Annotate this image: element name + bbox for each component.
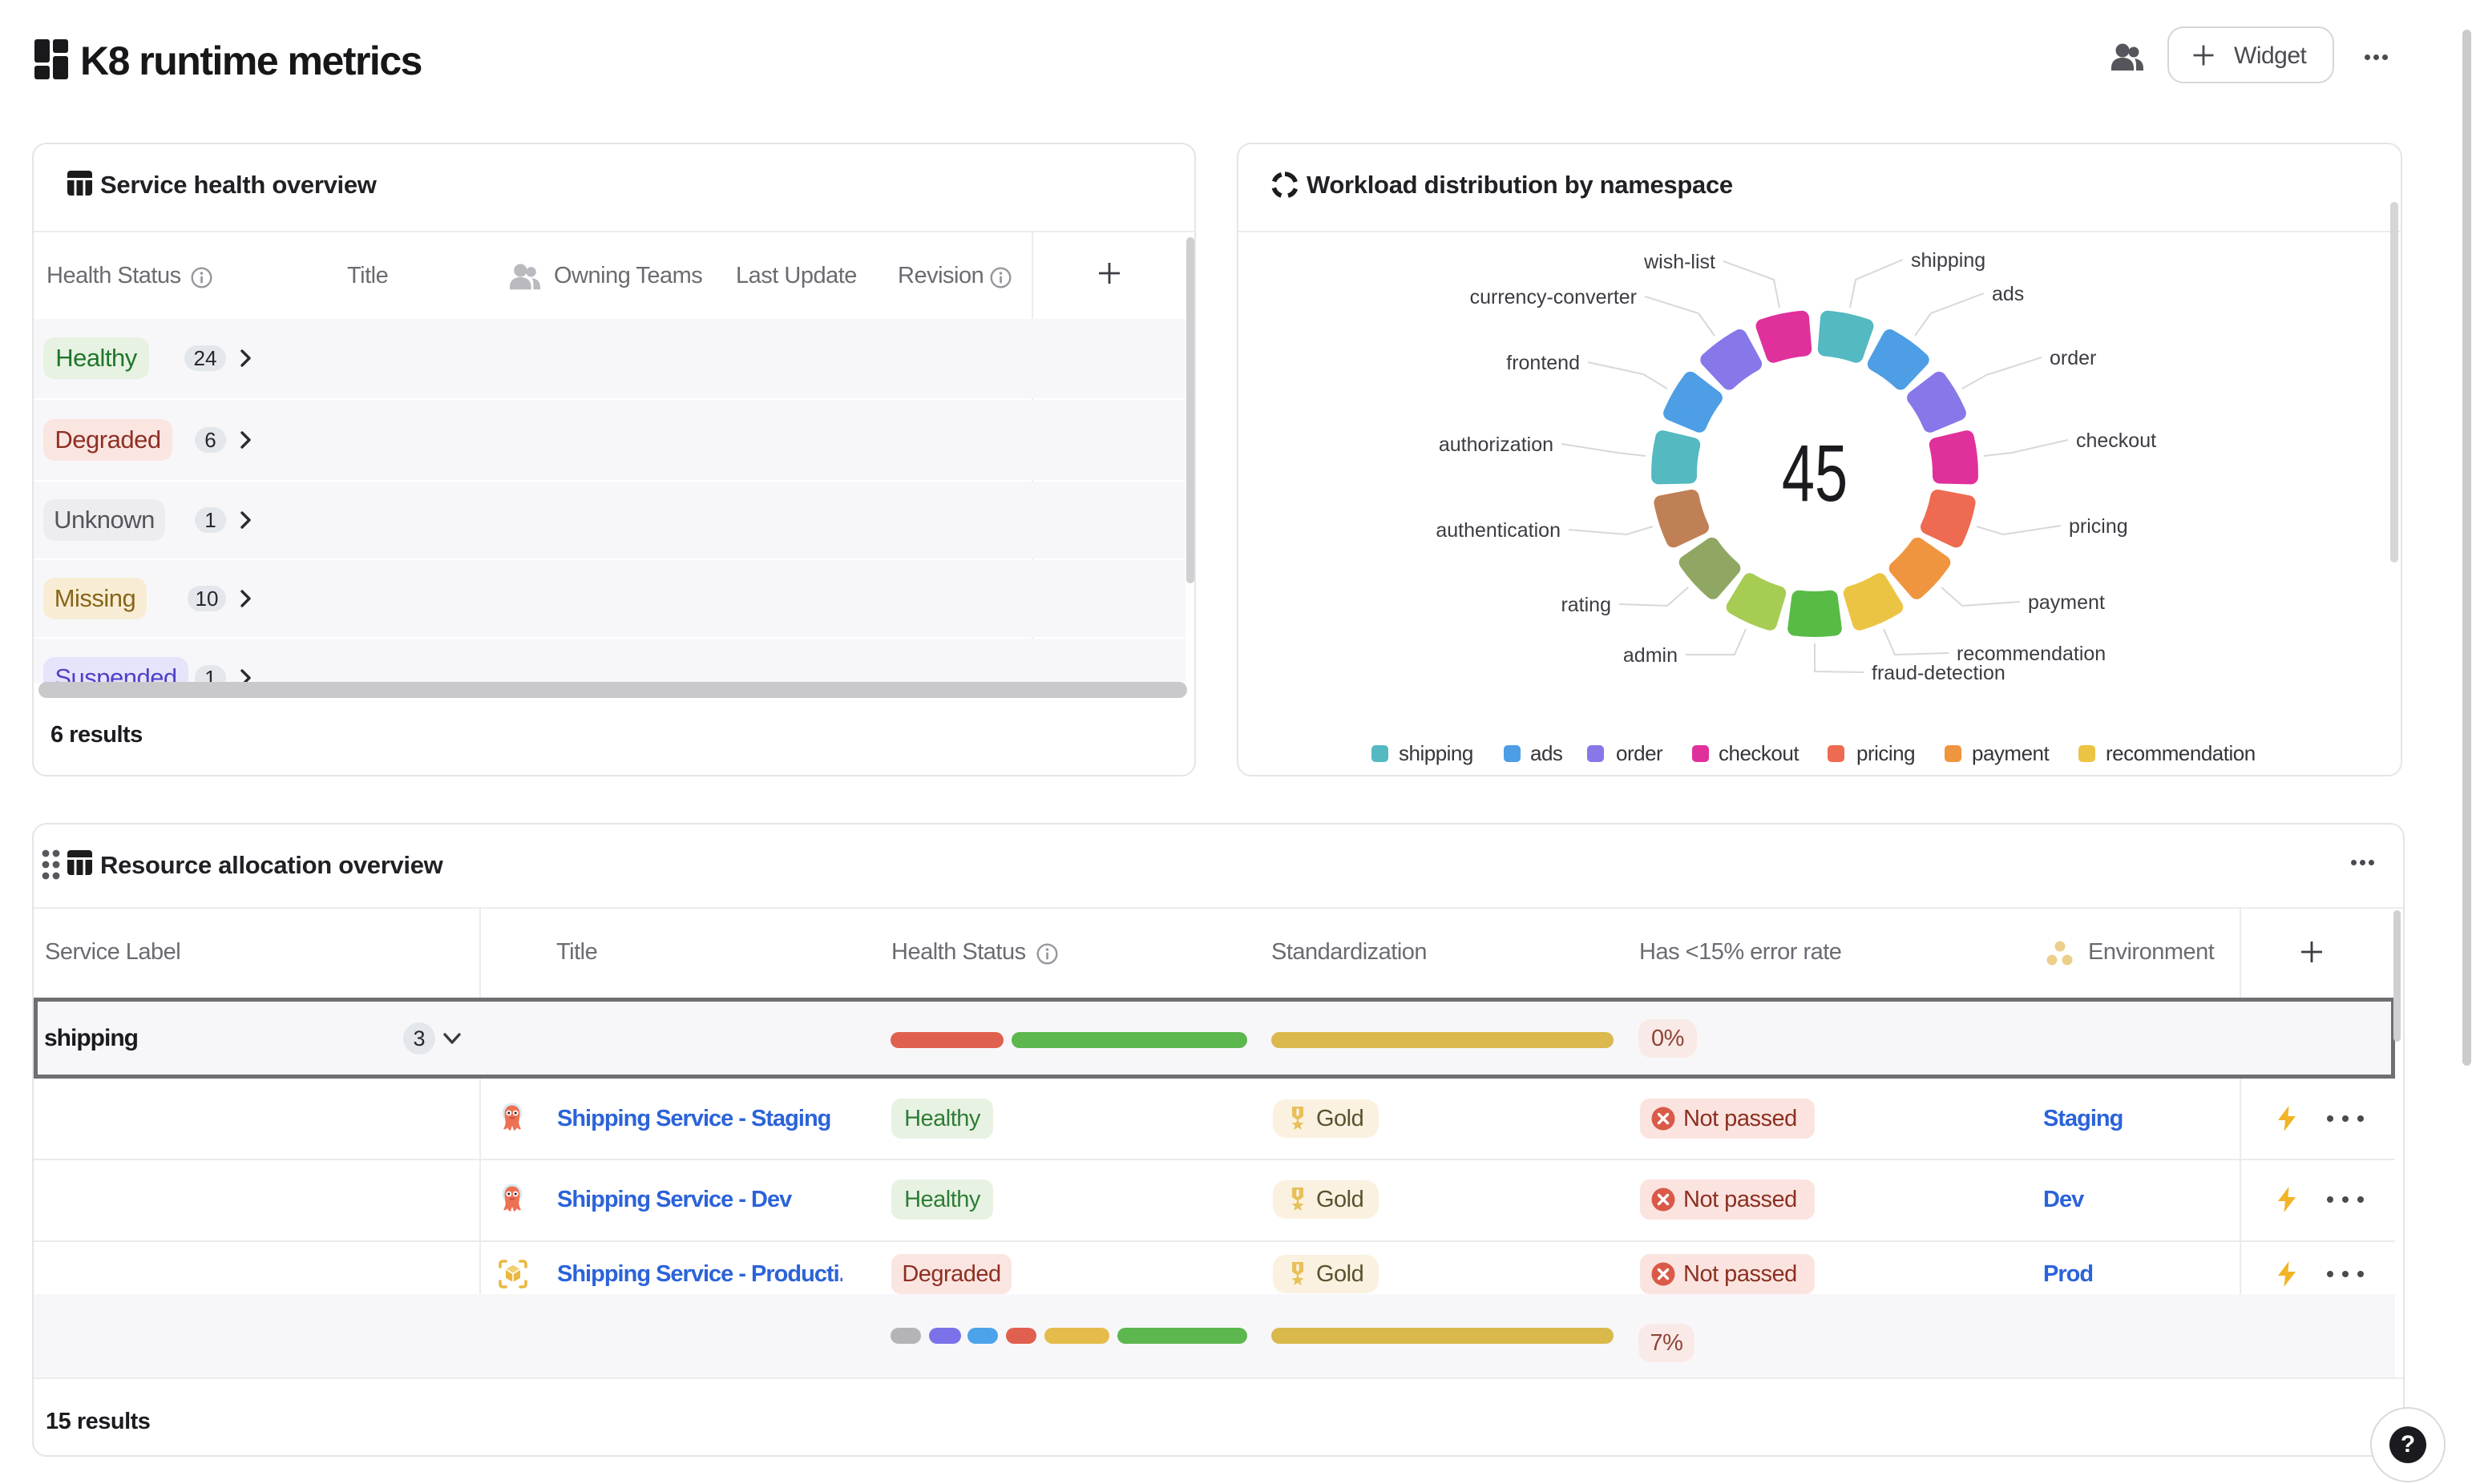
svg-text:currency-converter: currency-converter bbox=[1470, 286, 1637, 308]
svg-text:ads: ads bbox=[1530, 741, 1563, 765]
svg-text:checkout: checkout bbox=[1719, 741, 1799, 765]
svg-text:order: order bbox=[2050, 347, 2096, 369]
svg-text:authentication: authentication bbox=[1436, 519, 1561, 542]
svg-text:pricing: pricing bbox=[2069, 515, 2128, 538]
svg-text:ads: ads bbox=[1992, 283, 2024, 305]
svg-text:fraud-detection: fraud-detection bbox=[1872, 662, 2005, 684]
svg-text:shipping: shipping bbox=[1911, 249, 1985, 272]
svg-text:recommendation: recommendation bbox=[2106, 741, 2256, 765]
svg-text:rating: rating bbox=[1561, 594, 1611, 616]
svg-text:checkout: checkout bbox=[2076, 429, 2156, 452]
svg-text:order: order bbox=[1616, 741, 1663, 765]
svg-text:authorization: authorization bbox=[1439, 434, 1553, 456]
svg-text:shipping: shipping bbox=[1399, 741, 1473, 765]
svg-text:payment: payment bbox=[2028, 591, 2105, 614]
svg-text:payment: payment bbox=[1972, 741, 2050, 765]
svg-text:45: 45 bbox=[1782, 428, 1848, 518]
svg-text:wish-list: wish-list bbox=[1643, 251, 1715, 273]
svg-text:pricing: pricing bbox=[1856, 741, 1915, 765]
svg-text:admin: admin bbox=[1623, 644, 1678, 667]
svg-text:frontend: frontend bbox=[1506, 352, 1580, 374]
